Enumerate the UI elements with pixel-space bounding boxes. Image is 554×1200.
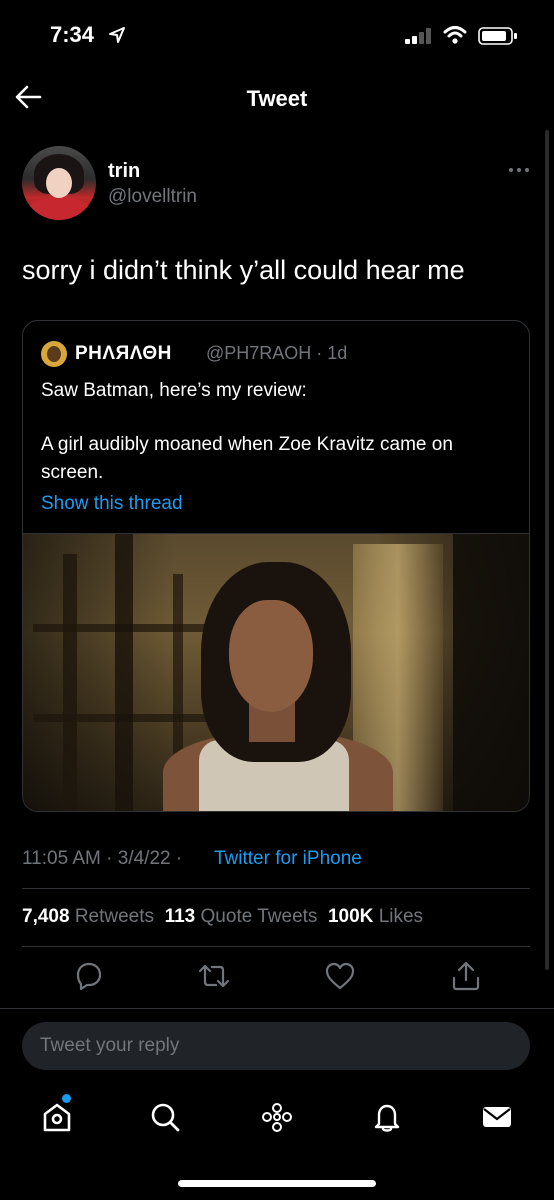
avatar-shirt xyxy=(28,198,90,220)
likes-stat[interactable]: 100K Likes xyxy=(328,906,423,927)
page-title: Tweet xyxy=(246,86,308,111)
image-scaffold-pole xyxy=(63,554,77,811)
reply-placeholder: Tweet your reply xyxy=(40,1035,180,1056)
scrollbar[interactable] xyxy=(545,130,549,970)
image-dark-pillar xyxy=(453,534,529,811)
status-time: 7:34 xyxy=(50,22,95,47)
quoted-avatar-face xyxy=(47,346,61,362)
home-icon[interactable] xyxy=(40,1100,74,1134)
image-scaffold-pole xyxy=(115,534,133,811)
show-thread-link[interactable]: Show this thread xyxy=(41,493,183,515)
engagement-stats: 7,408 Retweets 113 Quote Tweets 100K Lik… xyxy=(22,906,423,928)
quoted-text-line2: A girl audibly moaned when Zoe Kravitz c… xyxy=(41,434,453,483)
reply-icon[interactable] xyxy=(70,958,106,994)
share-icon[interactable] xyxy=(448,958,484,994)
author-name[interactable]: trin xyxy=(108,160,140,183)
divider xyxy=(0,1008,554,1009)
cellular-signal-icon xyxy=(405,28,431,44)
tweet-timestamp: 11:05 AM · 3/4/22 · xyxy=(22,848,183,869)
retweets-label: Retweets xyxy=(74,906,155,927)
author-avatar[interactable] xyxy=(22,146,96,220)
quoted-tweet[interactable]: PHΛЯΛΘH @PH7RAOH · 1d Saw Batman, here’s… xyxy=(22,320,530,812)
quotes-stat[interactable]: 113 Quote Tweets xyxy=(165,906,318,927)
quotes-label: Quote Tweets xyxy=(200,906,318,927)
like-icon[interactable] xyxy=(322,958,358,994)
divider xyxy=(22,946,530,947)
ellipsis-icon[interactable] xyxy=(506,160,532,180)
quoted-tweet-image[interactable] xyxy=(23,533,529,811)
notifications-icon[interactable] xyxy=(370,1100,404,1134)
quoted-author-avatar xyxy=(41,341,67,367)
quoted-author-handle: @PH7RAOH · 1d xyxy=(206,343,348,363)
quoted-author-name: PHΛЯΛΘH xyxy=(75,343,172,364)
retweets-count: 7,408 xyxy=(22,906,70,927)
divider xyxy=(22,888,530,889)
retweets-stat[interactable]: 7,408 Retweets xyxy=(22,906,154,927)
image-figure-face xyxy=(229,600,313,712)
battery-icon xyxy=(478,27,517,45)
quotes-count: 113 xyxy=(164,906,196,927)
avatar-face xyxy=(46,168,72,198)
likes-label: Likes xyxy=(378,906,424,927)
messages-icon[interactable] xyxy=(480,1100,514,1134)
search-icon[interactable] xyxy=(148,1100,182,1134)
tweet-text: sorry i didn’t think y’all could hear me xyxy=(22,255,465,285)
quoted-text-line1: Saw Batman, here’s my review: xyxy=(41,380,307,401)
author-handle[interactable]: @lovelltrin xyxy=(108,186,197,208)
tweet-source-link[interactable]: Twitter for iPhone xyxy=(214,848,362,870)
location-arrow-icon xyxy=(109,27,125,43)
notification-dot xyxy=(62,1094,71,1103)
retweet-icon[interactable] xyxy=(196,958,232,994)
likes-count: 100K xyxy=(327,906,374,927)
spaces-icon[interactable] xyxy=(260,1100,294,1134)
home-indicator xyxy=(178,1180,376,1187)
wifi-icon xyxy=(443,26,467,44)
